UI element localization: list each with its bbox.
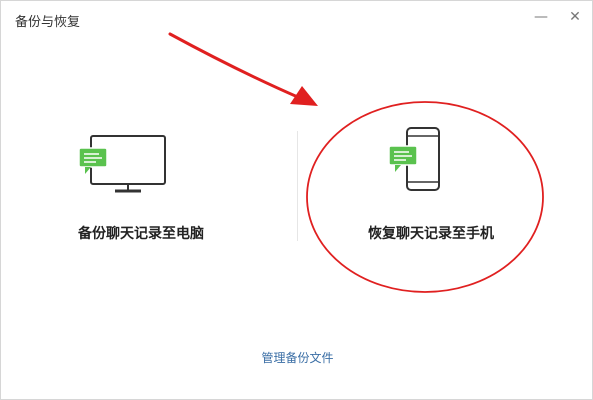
backup-to-pc-label: 备份聊天记录至电脑 [78, 226, 204, 242]
backup-restore-window: 备份与恢复 — ✕ 备份聊天记录至电脑 恢复聊天记录至手机 管理备份文件 [0, 0, 593, 400]
minimize-button[interactable]: — [531, 7, 551, 27]
restore-to-phone-label: 恢复聊天记录至手机 [368, 226, 494, 242]
phone-with-chat-icon [388, 127, 440, 191]
backup-to-pc-option[interactable]: 备份聊天记录至电脑 [41, 126, 241, 256]
manage-backup-files-link[interactable]: 管理备份文件 [1, 349, 593, 366]
close-button[interactable]: ✕ [565, 7, 585, 27]
options-divider [297, 131, 298, 241]
restore-to-phone-option[interactable]: 恢复聊天记录至手机 [331, 126, 531, 256]
window-title: 备份与恢复 [15, 15, 81, 30]
monitor-with-chat-icon [79, 135, 166, 193]
